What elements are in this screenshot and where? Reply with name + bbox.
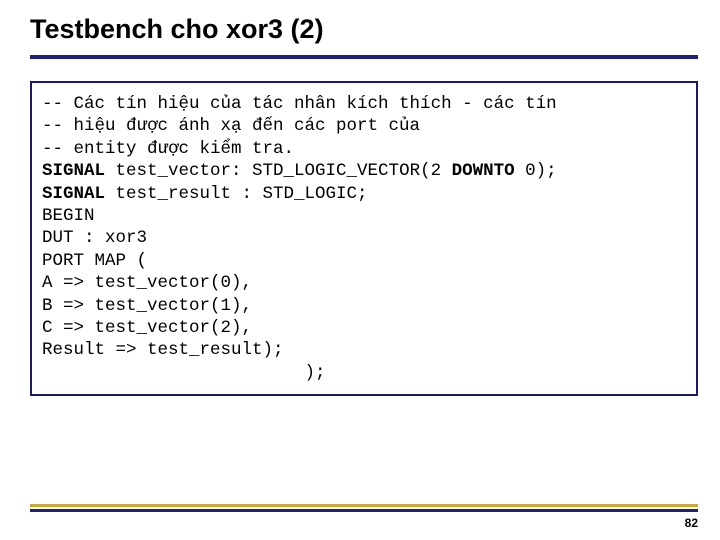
code-line-13: ); xyxy=(42,363,326,383)
code-line-1a: -- Các tín hiệu của tác nhân kích thích xyxy=(42,94,462,114)
code-line-3: -- entity được kiểm tra. xyxy=(42,139,294,159)
footer-rules xyxy=(30,504,698,512)
code-line-7: DUT : xor3 xyxy=(42,228,158,248)
code-line-1b: - xyxy=(462,94,483,114)
code-line-9: A => test_vector(0), xyxy=(42,273,252,293)
footer-rule-navy xyxy=(30,509,698,512)
title-underline xyxy=(30,55,698,59)
slide-title: Testbench cho xor3 (2) xyxy=(30,14,698,49)
code-line-10: B => test_vector(1), xyxy=(42,296,252,316)
keyword-downto: DOWNTO xyxy=(452,161,515,181)
code-line-6: BEGIN xyxy=(42,206,95,226)
code-line-4b: 0); xyxy=(515,161,557,181)
code-line-1c: các tín xyxy=(483,94,557,114)
keyword-signal-1: SIGNAL xyxy=(42,161,105,181)
code-line-12: Result => test_result); xyxy=(42,340,284,360)
code-line-8: PORT MAP ( xyxy=(42,251,147,271)
code-line-5: test_result : STD_LOGIC; xyxy=(105,184,368,204)
slide: Testbench cho xor3 (2) -- Các tín hiệu c… xyxy=(0,0,720,540)
code-line-4a: test_vector: STD_LOGIC_VECTOR(2 xyxy=(105,161,452,181)
code-line-11: C => test_vector(2), xyxy=(42,318,252,338)
code-block: -- Các tín hiệu của tác nhân kích thích … xyxy=(30,81,698,396)
code-line-2: -- hiệu được ánh xạ đến các port của xyxy=(42,116,431,136)
page-number: 82 xyxy=(685,516,698,530)
keyword-signal-2: SIGNAL xyxy=(42,184,105,204)
